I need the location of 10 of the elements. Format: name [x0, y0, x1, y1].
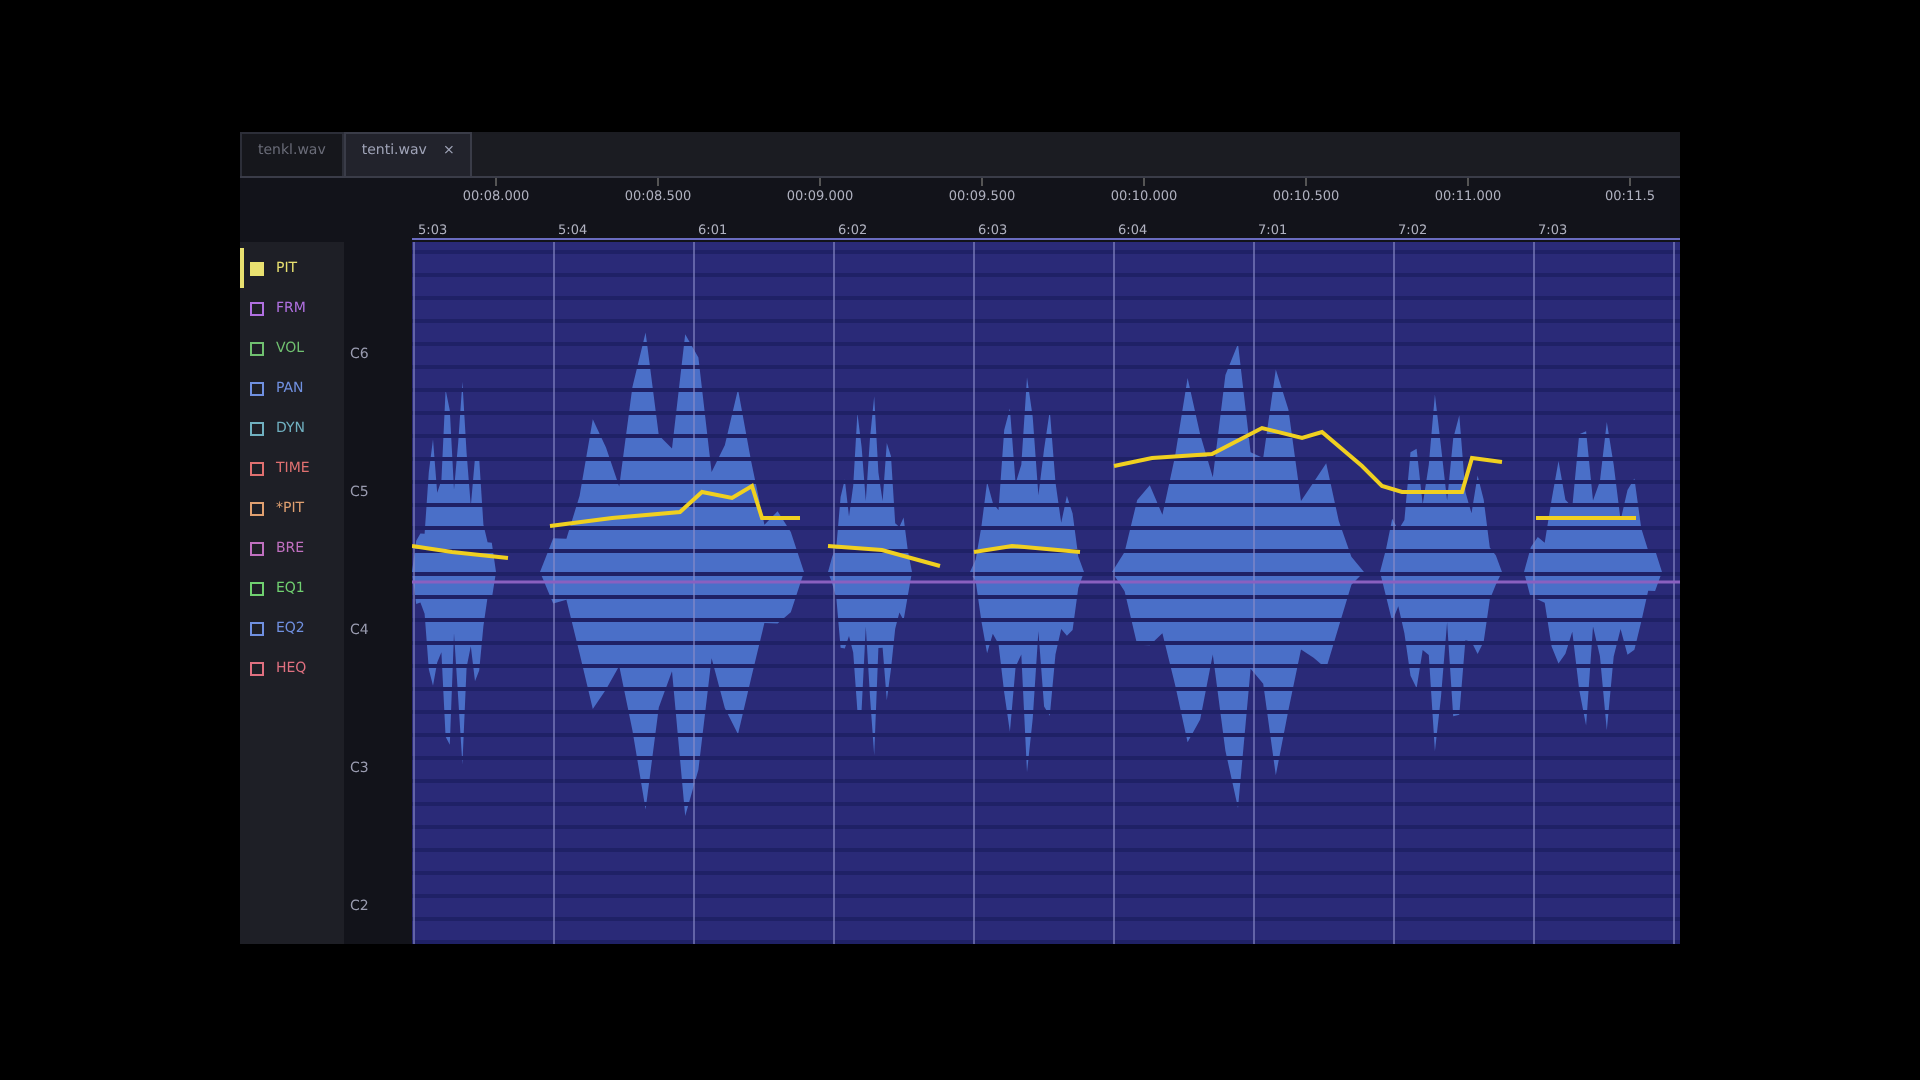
- parameter-checkbox[interactable]: [250, 461, 264, 475]
- parameter-checkbox[interactable]: [250, 541, 264, 555]
- parameter-checkbox[interactable]: [250, 501, 264, 515]
- parameter-checkbox[interactable]: [250, 421, 264, 435]
- parameter-checkbox[interactable]: [250, 581, 264, 595]
- parameter-checkbox[interactable]: [250, 341, 264, 355]
- parameter-checkbox[interactable]: [250, 381, 264, 395]
- parameter-checkbox[interactable]: [250, 661, 264, 675]
- parameter-checkbox[interactable]: [250, 301, 264, 315]
- parameter-checkbox[interactable]: [250, 621, 264, 635]
